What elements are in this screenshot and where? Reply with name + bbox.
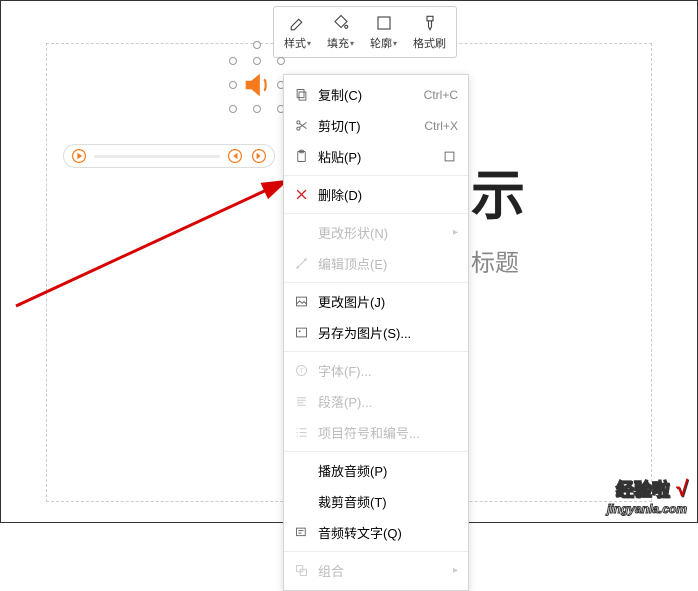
menu-change-shape: 更改形状(N) ▸: [284, 217, 468, 248]
speaker-icon: [240, 68, 274, 102]
submenu-arrow-icon: ▸: [453, 227, 458, 238]
menu-shortcut: Ctrl+X: [424, 119, 458, 133]
menu-separator: [284, 451, 468, 452]
menu-play-audio[interactable]: 播放音频(P): [284, 455, 468, 486]
svg-text:T: T: [299, 368, 303, 375]
copy-icon: [292, 86, 310, 104]
watermark-text: 经验啦: [616, 480, 670, 500]
forward-icon[interactable]: [250, 147, 268, 165]
menu-label: 音频转文字(Q): [318, 523, 458, 542]
paste-options-icon: [440, 148, 458, 166]
audio-object[interactable]: [233, 61, 281, 109]
blank-icon: [292, 493, 310, 511]
audio-player[interactable]: [63, 144, 275, 168]
menu-label: 更改图片(J): [318, 292, 458, 311]
menu-separator: [284, 213, 468, 214]
clipboard-icon: [292, 148, 310, 166]
edit-points-icon: [292, 255, 310, 273]
menu-label: 项目符号和编号...: [318, 423, 458, 442]
menu-label: 删除(D): [318, 185, 458, 204]
menu-label: 裁剪音频(T): [318, 492, 458, 511]
style-label: 样式: [284, 35, 306, 51]
menu-label: 字体(F)...: [318, 361, 458, 380]
menu-edit-points: 编辑顶点(E): [284, 248, 468, 279]
menu-bullets-numbering: 项目符号和编号...: [284, 417, 468, 448]
slide-subtitle-text: 标题: [471, 243, 519, 278]
menu-label: 组合: [318, 561, 445, 580]
outline-button[interactable]: 轮廓 ▾: [362, 11, 405, 53]
menu-label: 播放音频(P): [318, 461, 458, 480]
menu-shortcut: Ctrl+C: [424, 88, 458, 102]
dropdown-icon: ▾: [307, 39, 311, 48]
list-icon: [292, 424, 310, 442]
audio-text-icon: [292, 524, 310, 542]
checkmark-icon: √: [675, 476, 687, 501]
picture-icon: [292, 293, 310, 311]
font-icon: T: [292, 362, 310, 380]
watermark-url: jingyanla.com: [607, 502, 687, 516]
resize-handle[interactable]: [229, 105, 237, 113]
blank-icon: [292, 224, 310, 242]
brush-icon: [420, 13, 440, 33]
pencil-icon: [288, 13, 308, 33]
paragraph-icon: [292, 393, 310, 411]
resize-handle[interactable]: [253, 105, 261, 113]
menu-group: 组合 ▸: [284, 555, 468, 586]
menu-separator: [284, 551, 468, 552]
play-icon[interactable]: [70, 147, 88, 165]
dropdown-icon: ▾: [350, 39, 354, 48]
player-track[interactable]: [94, 155, 220, 158]
delete-icon: [292, 186, 310, 204]
menu-save-as-picture[interactable]: 另存为图片(S)...: [284, 317, 468, 348]
fill-label: 填充: [327, 35, 349, 51]
menu-audio-to-text[interactable]: 音频转文字(Q): [284, 517, 468, 548]
group-icon: [292, 562, 310, 580]
menu-label: 段落(P)...: [318, 392, 458, 411]
dropdown-icon: ▾: [393, 39, 397, 48]
menu-label: 编辑顶点(E): [318, 254, 458, 273]
bucket-icon: [331, 13, 351, 33]
menu-separator: [284, 175, 468, 176]
menu-paragraph: 段落(P)...: [284, 386, 468, 417]
resize-handle[interactable]: [229, 81, 237, 89]
rewind-icon[interactable]: [226, 147, 244, 165]
format-painter-label: 格式刷: [413, 35, 446, 51]
format-painter-button[interactable]: 格式刷: [405, 11, 454, 53]
menu-font: T 字体(F)...: [284, 355, 468, 386]
menu-label: 复制(C): [318, 85, 416, 104]
watermark: 经验啦 √ jingyanla.com: [607, 476, 687, 516]
resize-handle[interactable]: [277, 57, 285, 65]
slide-title-text: 示: [471, 151, 525, 230]
menu-separator: [284, 351, 468, 352]
save-picture-icon: [292, 324, 310, 342]
menu-separator: [284, 282, 468, 283]
outline-label: 轮廓: [370, 35, 392, 51]
menu-copy[interactable]: 复制(C) Ctrl+C: [284, 79, 468, 110]
outline-icon: [374, 13, 394, 33]
fill-button[interactable]: 填充 ▾: [319, 11, 362, 53]
menu-label: 粘贴(P): [318, 147, 432, 166]
floating-format-toolbar: 样式 ▾ 填充 ▾ 轮廓 ▾ 格式刷: [273, 6, 457, 58]
context-menu: 复制(C) Ctrl+C 剪切(T) Ctrl+X 粘贴(P) 删除(D) 更改…: [283, 74, 469, 591]
menu-change-picture[interactable]: 更改图片(J): [284, 286, 468, 317]
blank-icon: [292, 462, 310, 480]
submenu-arrow-icon: ▸: [453, 565, 458, 576]
menu-delete[interactable]: 删除(D): [284, 179, 468, 210]
menu-trim-audio[interactable]: 裁剪音频(T): [284, 486, 468, 517]
menu-label: 更改形状(N): [318, 223, 445, 242]
menu-label: 另存为图片(S)...: [318, 323, 458, 342]
menu-paste[interactable]: 粘贴(P): [284, 141, 468, 172]
style-button[interactable]: 样式 ▾: [276, 11, 319, 53]
rotate-handle[interactable]: [253, 41, 261, 49]
scissors-icon: [292, 117, 310, 135]
menu-cut[interactable]: 剪切(T) Ctrl+X: [284, 110, 468, 141]
menu-label: 剪切(T): [318, 116, 416, 135]
resize-handle[interactable]: [253, 57, 261, 65]
resize-handle[interactable]: [229, 57, 237, 65]
